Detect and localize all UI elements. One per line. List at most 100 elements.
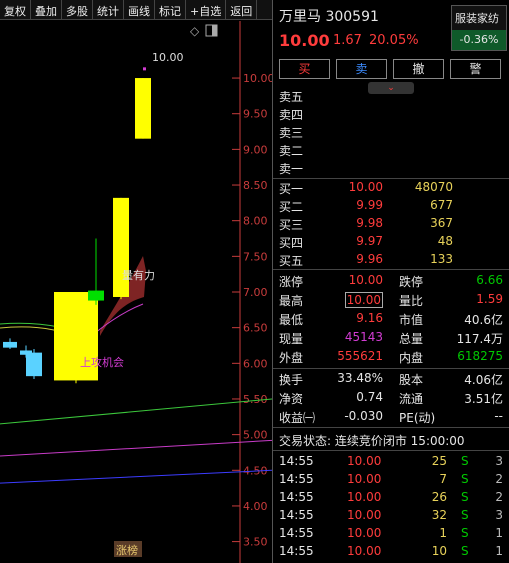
tick-time: 14:55 bbox=[279, 508, 314, 522]
toolbar-stats[interactable]: 统计 bbox=[93, 0, 124, 20]
toolbar-back[interactable]: 返回 bbox=[226, 0, 258, 20]
sell-level[interactable]: 卖二 bbox=[273, 140, 509, 159]
tick-count: 3 bbox=[495, 454, 503, 468]
toolbar-fuquan[interactable]: 复权 bbox=[0, 0, 31, 20]
buy-level-volume: 367 bbox=[430, 216, 453, 230]
sell-level[interactable]: 卖三 bbox=[273, 122, 509, 141]
toolbar-overlay[interactable]: 叠加 bbox=[31, 0, 62, 20]
tick-row: 14:55 10.00 32 S 3 bbox=[273, 506, 509, 525]
stat-label: 涨停 bbox=[279, 275, 304, 289]
toolbar-draw[interactable]: 画线 bbox=[124, 0, 155, 20]
price-change-pct: 20.05% bbox=[369, 33, 419, 48]
candle-body[interactable] bbox=[3, 341, 17, 348]
toolbar: 复权 叠加 多股 统计 画线 标记 +自选 返回 bbox=[0, 0, 272, 20]
candle-body[interactable] bbox=[135, 78, 151, 139]
cancel-button[interactable]: 撤 bbox=[393, 59, 444, 79]
buy-button[interactable]: 买 bbox=[279, 59, 330, 79]
candle-body[interactable] bbox=[26, 352, 42, 377]
sell-level-label: 卖五 bbox=[279, 90, 304, 104]
stat-label: 股本 bbox=[399, 373, 424, 387]
tick-side: S bbox=[461, 490, 469, 504]
stat-label: 量比 bbox=[399, 294, 424, 308]
sell-level[interactable]: 卖一 bbox=[273, 158, 509, 177]
kline-chart[interactable]: 10.009.509.008.508.007.507.006.506.005.5… bbox=[0, 21, 272, 563]
tick-row: 14:55 10.00 26 S 2 bbox=[273, 488, 509, 507]
toolbar-multi[interactable]: 多股 bbox=[62, 0, 93, 20]
stat-label: 市值 bbox=[399, 313, 424, 327]
stat-value: 1.59 bbox=[476, 292, 503, 306]
tick-price: 10.00 bbox=[347, 472, 382, 486]
tick-time: 14:55 bbox=[279, 526, 314, 540]
tick-row: 14:55 10.00 7 S 2 bbox=[273, 470, 509, 489]
current-price: 10.00 bbox=[279, 31, 330, 50]
page: { "toolbar":{"items":["复权","叠加","多股","统计… bbox=[0, 0, 509, 563]
stat-label: 外盘 bbox=[279, 351, 304, 365]
buy-level[interactable]: 买二 9.99 677 bbox=[273, 196, 509, 215]
stat-label: 内盘 bbox=[399, 351, 424, 365]
tick-time: 14:55 bbox=[279, 544, 314, 558]
buy-level-volume: 48070 bbox=[414, 180, 453, 194]
stat-value: 618275 bbox=[457, 349, 503, 363]
tick-volume: 7 bbox=[439, 472, 447, 486]
tick-volume: 26 bbox=[431, 490, 447, 504]
candle-body[interactable] bbox=[88, 290, 104, 301]
buy-level-volume: 48 bbox=[437, 234, 453, 248]
tick-time: 14:55 bbox=[279, 454, 314, 468]
sector-name: 服装家纺 bbox=[455, 12, 499, 25]
stat-value: 3.51亿 bbox=[464, 392, 503, 406]
buy-level-price: 9.97 bbox=[356, 234, 383, 248]
sell-level[interactable]: 卖四 bbox=[273, 104, 509, 123]
stat-value: 9.16 bbox=[356, 311, 383, 325]
buy-level[interactable]: 买三 9.98 367 bbox=[273, 214, 509, 233]
buy-level[interactable]: 买一 10.00 48070 bbox=[273, 178, 509, 197]
buy-level[interactable]: 买四 9.97 48 bbox=[273, 232, 509, 251]
sell-level-label: 卖二 bbox=[279, 144, 304, 158]
price-axis-label: 3.50 bbox=[243, 536, 268, 549]
stat-label: 跌停 bbox=[399, 275, 424, 289]
tick-price: 10.00 bbox=[347, 526, 382, 540]
tick-side: S bbox=[461, 454, 469, 468]
trade-status-text: 交易状态: 连续竞价闭市 15:00:00 bbox=[279, 434, 465, 448]
buy-level[interactable]: 买五 9.96 133 bbox=[273, 250, 509, 269]
buy-level-price: 9.96 bbox=[356, 252, 383, 266]
toolbar-mark[interactable]: 标记 bbox=[155, 0, 186, 20]
stat-label: 收益㈠ bbox=[279, 411, 316, 425]
moving-average-line bbox=[0, 439, 272, 457]
stat-value: 0.74 bbox=[356, 390, 383, 404]
stock-name-code: 万里马 300591 bbox=[279, 9, 379, 25]
price-axis-label: 6.50 bbox=[243, 322, 268, 335]
panel-toggle-icon-fill bbox=[212, 25, 217, 36]
stat-row: 收益㈠ -0.030 PE(动) -- bbox=[273, 407, 509, 426]
stat-value: 6.66 bbox=[476, 273, 503, 287]
toolbar-add-watch[interactable]: +自选 bbox=[186, 0, 227, 20]
diamond-icon[interactable]: ◇ bbox=[190, 24, 200, 38]
sell-button[interactable]: 卖 bbox=[336, 59, 387, 79]
sell-level-label: 卖一 bbox=[279, 162, 304, 176]
stat-value: -0.030 bbox=[344, 409, 383, 423]
alert-button[interactable]: 警 bbox=[450, 59, 501, 79]
buy-level-price: 9.98 bbox=[356, 216, 383, 230]
annotation-volume-strong: 量有力 bbox=[122, 268, 155, 282]
moving-average-line bbox=[0, 398, 272, 425]
price-axis-label: 8.50 bbox=[243, 179, 268, 192]
stat-value: 4.06亿 bbox=[464, 373, 503, 387]
stat-row: 现量 45143 总量 117.4万 bbox=[273, 328, 509, 347]
candle-body[interactable] bbox=[113, 197, 129, 297]
stat-value: 555621 bbox=[337, 349, 383, 363]
stat-label: 总量 bbox=[399, 332, 424, 346]
price-axis-label: 8.00 bbox=[243, 215, 268, 228]
buy-level-volume: 677 bbox=[430, 198, 453, 212]
tick-price: 10.00 bbox=[347, 490, 382, 504]
bottom-badge[interactable]: 涨榜 bbox=[116, 543, 138, 557]
stat-value: 45143 bbox=[344, 330, 383, 344]
stat-value: 10.00 bbox=[348, 273, 383, 287]
buy-level-label: 买一 bbox=[279, 182, 304, 196]
stat-row: 最高 10.00 量比 1.59 bbox=[273, 290, 509, 309]
sell-level[interactable]: 卖五 bbox=[273, 86, 509, 105]
price-axis-label: 6.00 bbox=[243, 357, 268, 370]
price-axis-label: 9.00 bbox=[243, 143, 268, 156]
tick-count: 1 bbox=[495, 544, 503, 558]
buy-level-label: 买三 bbox=[279, 218, 304, 232]
price-axis-label: 4.00 bbox=[243, 500, 268, 513]
tick-volume: 1 bbox=[439, 526, 447, 540]
